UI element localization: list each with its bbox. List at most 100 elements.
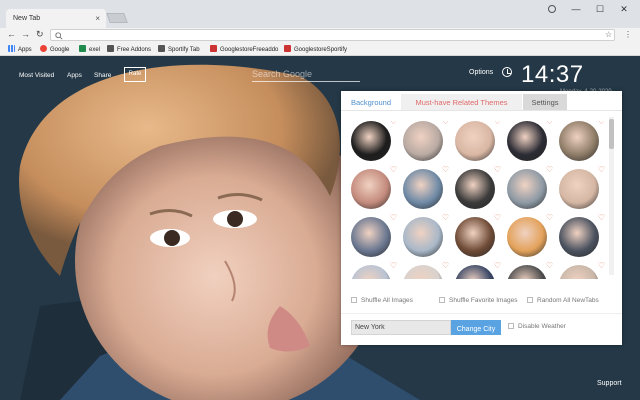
favorite-heart-icon[interactable]: ♡	[546, 213, 553, 222]
favorite-heart-icon[interactable]: ♡	[442, 213, 449, 222]
background-thumbnail[interactable]: ♡	[559, 121, 605, 161]
options-panel: Background Must-have Related Themes Sett…	[341, 91, 622, 345]
tab-related-themes[interactable]: Must-have Related Themes	[401, 94, 522, 110]
bookmark-google[interactable]: Google	[40, 45, 69, 53]
favorite-heart-icon[interactable]: ♡	[598, 165, 605, 174]
rate-button[interactable]: Rate	[124, 67, 146, 82]
close-tab-icon[interactable]: ×	[95, 14, 100, 23]
favorite-heart-icon[interactable]: ♡	[442, 261, 449, 270]
minimize-icon[interactable]: —	[568, 4, 584, 14]
tab-background[interactable]: Background	[344, 94, 398, 110]
title-bar: New Tab × — ☐ ✕	[0, 0, 640, 28]
background-thumbnail[interactable]: ♡	[507, 213, 553, 257]
background-thumbnail[interactable]: ♡	[351, 213, 397, 257]
city-input[interactable]	[351, 320, 451, 335]
checkbox-icon	[439, 297, 445, 303]
bookmark-exel[interactable]: exel	[79, 45, 100, 53]
favorite-heart-icon[interactable]: ♡	[390, 213, 397, 222]
bookmark-googlestore-freeaddo[interactable]: GooglestoreFreeaddo	[210, 45, 278, 53]
thumbnail-image	[559, 217, 599, 257]
bookmark-googlestore-sportify[interactable]: GooglestoreSportify	[284, 45, 347, 53]
background-thumbnail[interactable]: ♡	[559, 165, 605, 209]
tab-settings[interactable]: Settings	[523, 94, 567, 110]
background-thumbnail[interactable]: ♡	[351, 165, 397, 209]
options-button[interactable]: Options	[469, 69, 493, 76]
favorite-heart-icon[interactable]: ♡	[546, 165, 553, 174]
thumbnail-image	[403, 121, 443, 161]
favorite-heart-icon[interactable]: ♡	[442, 165, 449, 174]
page-icon	[158, 45, 165, 52]
favorite-heart-icon[interactable]: ♡	[390, 165, 397, 174]
favorite-heart-icon[interactable]: ♡	[598, 261, 605, 270]
background-thumbnail[interactable]: ♡	[403, 121, 449, 161]
background-thumbnail[interactable]: ♡	[507, 165, 553, 209]
tab-new-tab[interactable]: New Tab ×	[6, 9, 106, 28]
search-input[interactable]	[252, 66, 360, 82]
nav-most-visited[interactable]: Most Visited	[19, 72, 54, 79]
background-thumbnail[interactable]: ♡	[559, 213, 605, 257]
favorite-heart-icon[interactable]: ♡	[442, 121, 449, 126]
reload-icon[interactable]: ↻	[36, 29, 44, 40]
background-thumbnail[interactable]: ♡	[351, 261, 397, 279]
favorite-heart-icon[interactable]: ♡	[598, 213, 605, 222]
background-thumbnail[interactable]: ♡	[455, 165, 501, 209]
random-newtabs-checkbox[interactable]: Random All NewTabs	[527, 297, 599, 304]
thumbnail-image	[455, 265, 495, 279]
new-tab-page: Most Visited Apps Share Rate Options 14:…	[0, 56, 640, 400]
shuffle-all-checkbox[interactable]: Shuffle All Images	[351, 297, 413, 304]
bookmark-star-icon[interactable]: ☆	[605, 30, 612, 39]
background-thumbnail[interactable]: ♡	[455, 213, 501, 257]
new-tab-button[interactable]	[106, 13, 128, 23]
thumbnail-image	[403, 217, 443, 257]
maximize-icon[interactable]: ☐	[592, 4, 608, 15]
scrollbar-thumb[interactable]	[609, 119, 614, 149]
forward-icon[interactable]: →	[21, 29, 30, 39]
favorite-heart-icon[interactable]: ♡	[390, 261, 397, 270]
background-thumbnail[interactable]: ♡	[455, 121, 501, 161]
profile-icon[interactable]	[548, 5, 556, 13]
back-icon[interactable]: ←	[7, 29, 16, 39]
thumbnail-image	[559, 265, 599, 279]
favorite-heart-icon[interactable]: ♡	[494, 165, 501, 174]
background-thumbnail[interactable]: ♡	[507, 261, 553, 279]
background-thumbnail[interactable]: ♡	[403, 213, 449, 257]
support-link[interactable]: Support	[597, 380, 622, 387]
bookmark-sportify-tab[interactable]: Sportify Tab	[158, 45, 200, 53]
background-thumbnail[interactable]: ♡	[351, 121, 397, 161]
checkbox-icon	[351, 297, 357, 303]
background-thumbnail[interactable]: ♡	[507, 121, 553, 161]
disable-weather-checkbox[interactable]: Disable Weather	[508, 323, 566, 330]
background-thumbnail[interactable]: ♡	[403, 165, 449, 209]
bookmark-free-addons[interactable]: Free Addons	[107, 45, 151, 53]
thumbnail-image	[403, 265, 443, 279]
scrollbar[interactable]	[609, 117, 614, 275]
checkbox-icon	[508, 323, 514, 329]
favorite-heart-icon[interactable]: ♡	[546, 121, 553, 126]
close-window-icon[interactable]: ✕	[616, 4, 632, 15]
favorite-heart-icon[interactable]: ♡	[598, 121, 605, 126]
favorite-heart-icon[interactable]: ♡	[494, 213, 501, 222]
bookmark-apps[interactable]: Apps	[8, 45, 32, 53]
panel-divider	[341, 313, 622, 314]
address-bar[interactable]	[50, 29, 615, 41]
clock-icon[interactable]	[502, 67, 512, 77]
background-thumbnail[interactable]: ♡	[455, 261, 501, 279]
nav-share[interactable]: Share	[94, 72, 111, 79]
background-thumbnail[interactable]: ♡	[559, 261, 605, 279]
menu-icon[interactable]: ⋮	[624, 30, 632, 39]
shuffle-favorite-checkbox[interactable]: Shuffle Favorite Images	[439, 297, 518, 304]
nav-apps[interactable]: Apps	[67, 72, 82, 79]
thumbnail-image	[559, 121, 599, 161]
sheet-icon	[79, 45, 86, 52]
favorite-heart-icon[interactable]: ♡	[390, 121, 397, 126]
favorite-heart-icon[interactable]: ♡	[546, 261, 553, 270]
favorite-heart-icon[interactable]: ♡	[494, 261, 501, 270]
background-thumbnail[interactable]: ♡	[403, 261, 449, 279]
thumbnail-image	[455, 217, 495, 257]
favorite-heart-icon[interactable]: ♡	[494, 121, 501, 126]
thumbnail-image	[455, 121, 495, 161]
store-icon	[210, 45, 217, 52]
background-thumbnail-grid: ♡ ♡ ♡ ♡ ♡ ♡ ♡ ♡ ♡ ♡ ♡ ♡ ♡ ♡ ♡ ♡ ♡ ♡ ♡ ♡	[349, 121, 611, 279]
change-city-button[interactable]: Change City	[451, 320, 501, 335]
thumbnail-image	[351, 265, 391, 279]
